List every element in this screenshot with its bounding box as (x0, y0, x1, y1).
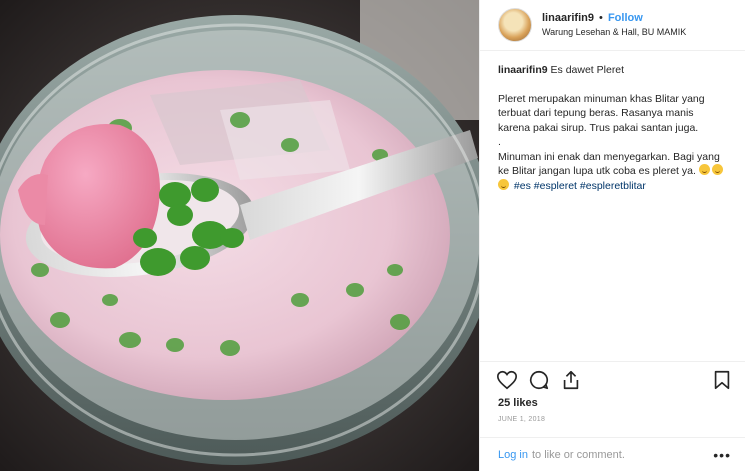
smiling-face-emoji-icon (711, 164, 723, 175)
es-dawet-pleret-image (0, 0, 479, 471)
header-text: linaarifin9 • Follow Warung Lesehan & Ha… (542, 12, 686, 38)
hashtag-link[interactable]: #espleret (534, 180, 577, 192)
caption-username[interactable]: linaarifin9 (498, 64, 548, 76)
user-line: linaarifin9 • Follow (542, 12, 686, 25)
post-date[interactable]: JUNE 1, 2018 (498, 416, 545, 423)
hashtag-link[interactable]: #espleretblitar (580, 180, 646, 192)
login-footer: Log in to like or comment. ••• (480, 437, 745, 471)
caption-paragraph-1: Pleret merupakan minuman khas Blitar yan… (498, 92, 705, 134)
username-link[interactable]: linaarifin9 (542, 12, 594, 24)
smiling-face-emoji-icon (698, 164, 710, 175)
more-options-icon[interactable]: ••• (713, 447, 731, 463)
avatar[interactable] (498, 8, 532, 42)
caption-gap (498, 78, 727, 92)
hashtag-link[interactable]: #es (514, 180, 531, 192)
smiling-face-emoji-icon (498, 178, 509, 190)
post-photo[interactable] (0, 0, 479, 471)
post-header: linaarifin9 • Follow Warung Lesehan & Ha… (480, 0, 745, 51)
caption-dot: . (498, 136, 501, 148)
caption-title: Es dawet Pleret (550, 64, 625, 76)
heart-icon[interactable] (496, 369, 518, 391)
login-suffix: to like or comment. (531, 448, 625, 461)
caption-paragraph-2-wrap: Minuman ini enak dan menyegarkan. Bagi y… (498, 150, 727, 194)
post-sidebar: linaarifin9 • Follow Warung Lesehan & Ha… (479, 0, 745, 471)
post-container: linaarifin9 • Follow Warung Lesehan & Ha… (0, 0, 745, 471)
follow-button[interactable]: Follow (608, 12, 643, 24)
login-link[interactable]: Log in (498, 449, 528, 461)
likes-count[interactable]: 25 likes (498, 397, 538, 409)
action-bar (480, 361, 745, 396)
location-link[interactable]: Warung Lesehan & Hall, BU MAMIK (542, 27, 686, 38)
bookmark-icon[interactable] (711, 369, 733, 391)
comment-icon[interactable] (528, 369, 550, 391)
caption-paragraph-2: Minuman ini enak dan menyegarkan. Bagi y… (498, 150, 720, 178)
share-icon[interactable] (560, 369, 582, 391)
caption: linaarifin9 Es dawet Pleret Pleret merup… (480, 51, 745, 193)
separator-dot: • (599, 12, 603, 24)
